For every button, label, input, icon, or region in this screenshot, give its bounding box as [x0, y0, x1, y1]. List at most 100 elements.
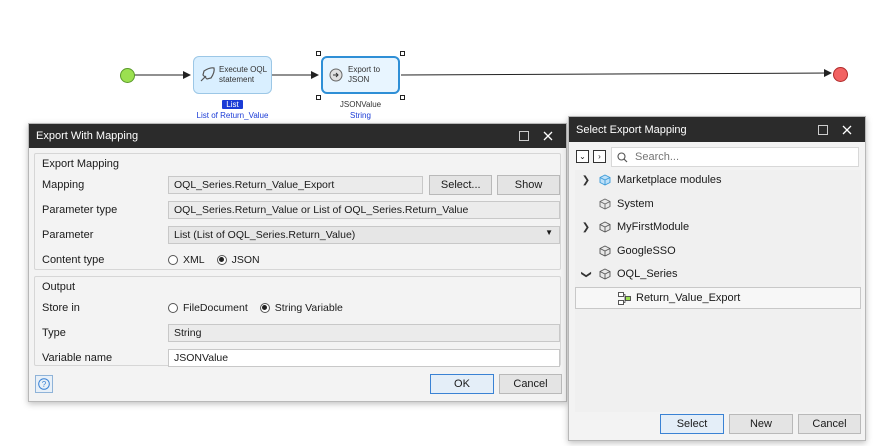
tree-item-label: GoogleSSO — [617, 245, 676, 257]
close-button[interactable] — [835, 118, 859, 142]
rocket-icon — [200, 67, 215, 82]
parameter-type-row: Parameter type OQL_Series.Return_Value o… — [35, 197, 560, 222]
module-box-icon — [599, 221, 611, 233]
module-box-icon — [599, 174, 611, 186]
expand-all-icon: › — [598, 152, 601, 161]
list-badge: List — [222, 100, 243, 109]
dropdown-arrow-icon: ▼ — [545, 227, 553, 237]
chevron-right-icon[interactable]: ❯ — [579, 222, 593, 233]
activity-label: statement — [219, 75, 255, 84]
activity-label: Execute OQL — [219, 65, 268, 74]
tree-item-label: Marketplace modules — [617, 174, 722, 186]
type-field: String — [168, 323, 560, 342]
activity-label: Export to JSON — [348, 65, 381, 84]
tree-item-system[interactable]: System — [575, 193, 861, 215]
tree-item-googlesso[interactable]: GoogleSSO — [575, 240, 861, 262]
radio-icon — [168, 254, 178, 265]
section-title: Export Mapping — [42, 158, 120, 170]
collapse-all-icon: ⌄ — [579, 152, 586, 161]
close-button[interactable] — [536, 124, 560, 148]
export-output-variable: JSONValue — [339, 100, 382, 109]
export-to-json-activity[interactable]: Export to JSON — [321, 56, 400, 94]
select-button[interactable]: Select — [660, 414, 724, 434]
tree-item-marketplace-modules[interactable]: ❯ Marketplace modules — [575, 169, 861, 191]
store-in-filedocument-radio[interactable]: FileDocument — [168, 302, 248, 314]
maximize-icon — [818, 124, 828, 135]
new-button[interactable]: New — [729, 414, 793, 434]
export-mapping-icon — [618, 291, 631, 305]
close-icon — [543, 131, 553, 141]
parameter-select[interactable]: List (List of OQL_Series.Return_Value) ▼ — [168, 225, 560, 244]
variable-name-row: Variable name JSONValue — [35, 345, 560, 370]
tree-item-label: OQL_Series — [617, 268, 678, 280]
radio-icon — [168, 302, 178, 313]
chevron-right-icon[interactable]: ❯ — [579, 175, 593, 186]
tree-item-label: Return_Value_Export — [636, 292, 741, 304]
expand-all-button[interactable]: › — [593, 150, 606, 163]
selection-handle[interactable] — [400, 51, 405, 56]
mapping-label: Mapping — [42, 178, 85, 191]
module-box-icon — [599, 198, 611, 210]
radio-label: String Variable — [274, 301, 343, 314]
parameter-type-field: OQL_Series.Return_Value or List of OQL_S… — [168, 200, 560, 219]
radio-label: XML — [183, 253, 205, 266]
radio-selected-icon — [216, 254, 227, 265]
content-type-xml-radio[interactable]: XML — [168, 254, 205, 266]
end-event[interactable] — [833, 67, 848, 82]
search-box[interactable] — [611, 147, 859, 167]
mapping-row: Mapping OQL_Series.Return_Value_Export S… — [35, 172, 560, 197]
mapping-field: OQL_Series.Return_Value_Export — [168, 175, 424, 194]
export-output-type: String — [350, 111, 371, 120]
selection-handle[interactable] — [316, 51, 321, 56]
svg-text:?: ? — [42, 380, 47, 389]
selection-handle[interactable] — [400, 95, 405, 100]
tree-item-label: MyFirstModule — [617, 221, 690, 233]
export-mapping-section: Export Mapping Mapping OQL_Series.Return… — [34, 153, 561, 270]
export-icon — [329, 68, 343, 82]
dialog-titlebar: Export With Mapping — [29, 124, 566, 148]
content-type-json-radio[interactable]: JSON — [216, 253, 260, 266]
cancel-button[interactable]: Cancel — [499, 374, 562, 394]
tree-item-return-value-export[interactable]: Return_Value_Export — [575, 287, 861, 309]
module-box-icon — [599, 245, 611, 257]
show-mapping-button[interactable]: Show — [497, 174, 560, 195]
output-section: Output Store in FileDocument String Vari… — [34, 276, 561, 367]
module-box-icon — [599, 268, 611, 280]
parameter-label: Parameter — [42, 228, 94, 241]
execute-oql-activity[interactable]: Execute OQL statement — [193, 56, 272, 94]
variable-name-input[interactable]: JSONValue — [168, 348, 560, 367]
flow-connectors — [134, 69, 832, 79]
oql-output-variable: List of Return_Value — [196, 111, 269, 120]
collapse-all-button[interactable]: ⌄ — [576, 150, 589, 163]
parameter-type-label: Parameter type — [42, 203, 118, 216]
dialog-title: Select Export Mapping — [576, 123, 687, 136]
store-in-label: Store in — [42, 301, 80, 314]
variable-name-label: Variable name — [42, 351, 113, 364]
tree-item-label: System — [617, 198, 654, 210]
ok-button[interactable]: OK — [430, 374, 494, 394]
type-label: Type — [42, 326, 66, 339]
radio-label: FileDocument — [183, 301, 248, 314]
content-type-label: Content type — [42, 253, 105, 266]
store-in-string-radio[interactable]: String Variable — [259, 301, 343, 314]
dialog-titlebar: Select Export Mapping — [569, 117, 865, 142]
tree-item-myfirstmodule[interactable]: ❯ MyFirstModule — [575, 216, 861, 238]
maximize-button[interactable] — [512, 124, 536, 148]
cancel-button[interactable]: Cancel — [798, 414, 861, 434]
help-button[interactable]: ? — [35, 375, 53, 393]
content-type-row: Content type XML JSON — [35, 247, 560, 272]
start-event[interactable] — [120, 68, 135, 83]
maximize-button[interactable] — [811, 118, 835, 142]
oql-output: List — [193, 100, 272, 109]
search-input[interactable] — [633, 150, 837, 164]
parameter-value: List (List of OQL_Series.Return_Value) — [174, 228, 356, 241]
tree-item-oql-series[interactable]: ❯ OQL_Series — [575, 263, 861, 285]
chevron-down-icon[interactable]: ❯ — [581, 267, 592, 281]
radio-label: JSON — [231, 253, 260, 266]
select-mapping-button[interactable]: Select... — [429, 174, 493, 195]
help-icon: ? — [38, 378, 50, 390]
store-in-row: Store in FileDocument String Variable — [35, 295, 560, 320]
maximize-icon — [519, 131, 529, 141]
type-row: Type String — [35, 320, 560, 345]
search-icon — [617, 151, 628, 162]
